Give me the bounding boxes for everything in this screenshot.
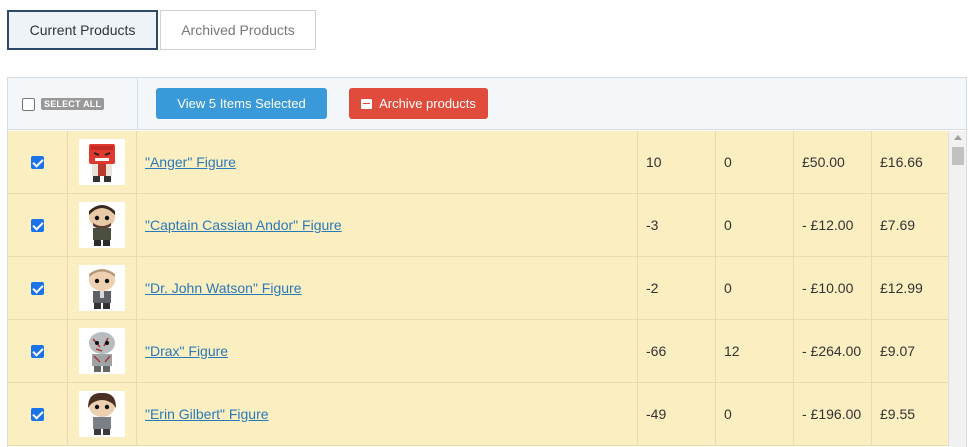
product-col4-cell: £12.99: [872, 257, 948, 319]
product-name-cell: "Erin Gilbert" Figure: [137, 383, 638, 445]
product-col2-value: 0: [724, 154, 732, 170]
product-col4-value: £9.07: [880, 343, 916, 359]
scroll-up-arrow-icon[interactable]: [954, 135, 962, 140]
row-checkbox[interactable]: [31, 281, 44, 295]
product-name-link[interactable]: "Dr. John Watson" Figure: [145, 280, 301, 296]
product-col1-value: -2: [646, 280, 659, 296]
product-col4-cell: £16.66: [872, 131, 948, 193]
product-name-link[interactable]: "Drax" Figure: [145, 343, 228, 359]
select-all-checkbox[interactable]: [22, 97, 35, 111]
product-name-cell: "Drax" Figure: [137, 320, 638, 382]
row-checkbox[interactable]: [31, 407, 44, 421]
product-name-cell: "Dr. John Watson" Figure: [137, 257, 638, 319]
archive-products-button[interactable]: Archive products: [349, 88, 488, 119]
product-col3-value: - £264.00: [802, 343, 862, 359]
table-row: "Captain Cassian Andor" Figure -3 0 - £12.0…: [8, 194, 948, 257]
products-table: "Anger" Figure 10 0 £50.00 £16.66 "Captain Ca…: [8, 131, 948, 446]
tab-current-products[interactable]: Current Products: [7, 10, 158, 50]
product-col4-value: £7.69: [880, 217, 916, 233]
archive-products-label: Archive products: [379, 96, 476, 111]
archive-icon: [361, 98, 373, 109]
product-col2-cell: 0: [716, 194, 794, 256]
product-col2-cell: 0: [716, 131, 794, 193]
product-image-cell: [68, 383, 137, 445]
product-name-link[interactable]: "Captain Cassian Andor" Figure: [145, 217, 342, 233]
row-checkbox[interactable]: [31, 218, 44, 232]
product-col2-value: 0: [724, 406, 732, 422]
product-col1-cell: -2: [638, 257, 716, 319]
product-col1-cell: -3: [638, 194, 716, 256]
product-col1-cell: 10: [638, 131, 716, 193]
product-col3-value: £50.00: [802, 154, 845, 170]
product-col2-cell: 0: [716, 383, 794, 445]
product-col1-value: -3: [646, 217, 659, 233]
product-col3-cell: - £264.00: [794, 320, 872, 382]
tab-archived-products[interactable]: Archived Products: [160, 10, 316, 50]
product-thumbnail[interactable]: [79, 139, 125, 185]
product-name-link[interactable]: "Erin Gilbert" Figure: [145, 406, 269, 422]
product-col4-cell: £9.55: [872, 383, 948, 445]
row-checkbox[interactable]: [31, 155, 44, 169]
view-selected-button[interactable]: View 5 Items Selected: [156, 88, 327, 119]
row-select-cell: [8, 194, 68, 256]
product-image-cell: [68, 257, 137, 319]
product-col4-value: £9.55: [880, 406, 916, 422]
product-col3-value: - £10.00: [802, 280, 854, 296]
product-col4-cell: £7.69: [872, 194, 948, 256]
product-col2-value: 0: [724, 280, 732, 296]
product-col1-cell: -49: [638, 383, 716, 445]
product-col1-value: -66: [646, 343, 667, 359]
scroll-thumb[interactable]: [952, 147, 964, 165]
row-select-cell: [8, 131, 68, 193]
table-row: "Drax" Figure -66 12 - £264.00 £9.07: [8, 320, 948, 383]
product-col1-cell: -66: [638, 320, 716, 382]
product-col4-value: £16.66: [880, 154, 923, 170]
select-all-label[interactable]: SELECT ALL: [41, 98, 105, 110]
product-col3-cell: - £196.00: [794, 383, 872, 445]
product-thumbnail[interactable]: [79, 265, 125, 311]
bulk-actions-toolbar: SELECT ALL View 5 Items Selected Archive…: [8, 78, 966, 130]
product-col3-cell: - £12.00: [794, 194, 872, 256]
row-select-cell: [8, 320, 68, 382]
product-name-cell: "Anger" Figure: [137, 131, 638, 193]
select-all-cell: SELECT ALL: [8, 78, 138, 130]
product-col4-value: £12.99: [880, 280, 923, 296]
product-thumbnail[interactable]: [79, 328, 125, 374]
product-col2-cell: 12: [716, 320, 794, 382]
row-select-cell: [8, 383, 68, 445]
product-col3-cell: £50.00: [794, 131, 872, 193]
product-col4-cell: £9.07: [872, 320, 948, 382]
row-checkbox[interactable]: [31, 344, 44, 358]
product-col3-value: - £12.00: [802, 217, 854, 233]
product-name-link[interactable]: "Anger" Figure: [145, 154, 236, 170]
product-thumbnail[interactable]: [79, 202, 125, 248]
product-name-cell: "Captain Cassian Andor" Figure: [137, 194, 638, 256]
products-panel: SELECT ALL View 5 Items Selected Archive…: [7, 77, 967, 447]
product-col3-cell: - £10.00: [794, 257, 872, 319]
product-col2-value: 0: [724, 217, 732, 233]
product-tabs: Current Products Archived Products: [7, 10, 316, 50]
table-row: "Anger" Figure 10 0 £50.00 £16.66: [8, 131, 948, 194]
product-image-cell: [68, 194, 137, 256]
table-row: "Dr. John Watson" Figure -2 0 - £10.00 £12.9…: [8, 257, 948, 320]
product-thumbnail[interactable]: [79, 391, 125, 437]
product-col1-value: -49: [646, 406, 667, 422]
table-row: "Erin Gilbert" Figure -49 0 - £196.00 £9.55: [8, 383, 948, 446]
product-col1-value: 10: [646, 154, 662, 170]
row-select-cell: [8, 257, 68, 319]
product-image-cell: [68, 131, 137, 193]
product-col2-cell: 0: [716, 257, 794, 319]
product-col3-value: - £196.00: [802, 406, 862, 422]
table-scrollbar[interactable]: [948, 131, 966, 447]
product-image-cell: [68, 320, 137, 382]
product-col2-value: 12: [724, 343, 740, 359]
